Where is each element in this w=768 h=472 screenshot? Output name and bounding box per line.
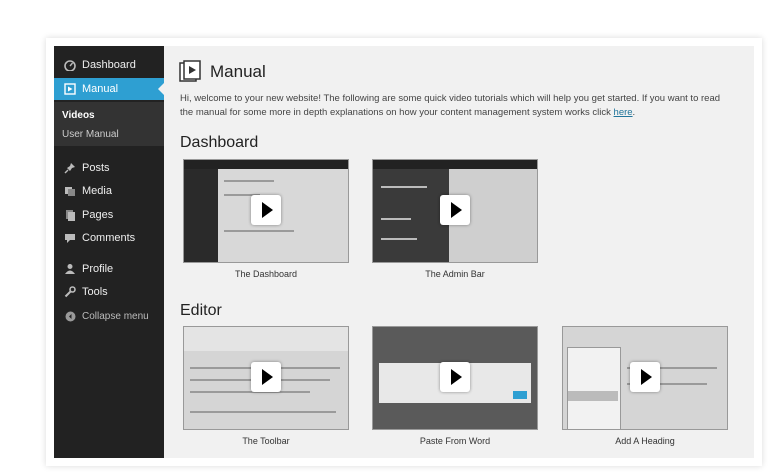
sidebar-item-label: Profile — [82, 263, 114, 275]
intro-body: Hi, welcome to your new website! The fol… — [180, 93, 721, 118]
sidebar-item-tools[interactable]: Tools — [54, 281, 164, 303]
video-thumbnail — [183, 159, 349, 263]
collapse-menu-label: Collapse menu — [82, 310, 149, 322]
manual-page-icon — [178, 59, 202, 88]
video-the-dashboard[interactable]: The Dashboard — [183, 159, 349, 279]
section-heading-editor: Editor — [180, 302, 222, 319]
play-button[interactable] — [440, 362, 470, 392]
video-thumbnail — [562, 326, 728, 430]
sidebar-item-pages[interactable]: Pages — [54, 204, 164, 226]
play-button[interactable] — [251, 362, 281, 392]
sidebar-item-label: Tools — [82, 286, 108, 298]
sidebar-item-profile[interactable]: Profile — [54, 258, 164, 280]
sidebar-item-label: Manual — [82, 83, 119, 95]
comment-icon — [58, 232, 82, 244]
main-content: Manual Hi, welcome to your new website! … — [164, 46, 754, 458]
collapse-menu-button[interactable]: Collapse menu — [54, 306, 164, 326]
video-add-a-heading[interactable]: Add A Heading — [562, 326, 728, 446]
video-thumbnail — [372, 159, 538, 263]
play-button[interactable] — [630, 362, 660, 392]
play-button[interactable] — [251, 195, 281, 225]
dashboard-icon — [58, 59, 82, 71]
admin-sidebar: Dashboard Manual Videos User Manual Post… — [54, 46, 164, 458]
video-caption: Paste From Word — [419, 436, 491, 446]
video-caption: The Toolbar — [242, 436, 290, 446]
media-icon — [58, 185, 82, 197]
submenu-item-user-manual[interactable]: User Manual — [62, 129, 119, 140]
sidebar-item-label: Dashboard — [82, 59, 136, 71]
sidebar-item-label: Posts — [82, 162, 110, 174]
video-paste-from-word[interactable]: Paste From Word — [372, 326, 538, 446]
submenu-item-videos[interactable]: Videos — [62, 110, 95, 121]
collapse-arrow-icon — [58, 311, 82, 322]
sidebar-item-media[interactable]: Media — [54, 180, 164, 202]
sidebar-item-manual[interactable]: Manual — [54, 78, 164, 100]
sidebar-item-label: Pages — [82, 209, 114, 221]
video-thumbnail — [372, 326, 538, 430]
manual-submenu: Videos User Manual — [54, 102, 164, 146]
sidebar-item-comments[interactable]: Comments — [54, 227, 164, 249]
video-caption: The Admin Bar — [425, 269, 485, 279]
video-the-toolbar[interactable]: The Toolbar — [183, 326, 349, 446]
page-title: Manual — [210, 62, 266, 81]
video-caption: The Dashboard — [234, 269, 298, 279]
intro-text: Hi, welcome to your new website! The fol… — [180, 92, 720, 120]
video-the-admin-bar[interactable]: The Admin Bar — [372, 159, 538, 279]
sidebar-item-label: Media — [82, 185, 112, 197]
sidebar-item-dashboard[interactable]: Dashboard — [54, 54, 164, 76]
pin-icon — [58, 162, 82, 174]
pages-icon — [58, 209, 82, 221]
sidebar-item-posts[interactable]: Posts — [54, 157, 164, 179]
sidebar-item-label: Comments — [82, 232, 136, 244]
user-icon — [58, 263, 82, 275]
video-caption: Add A Heading — [615, 436, 675, 446]
section-heading-dashboard: Dashboard — [180, 134, 259, 151]
wrench-icon — [58, 286, 82, 298]
manual-icon — [58, 83, 82, 95]
play-button[interactable] — [440, 195, 470, 225]
intro-period: . — [632, 107, 636, 118]
video-thumbnail — [183, 326, 349, 430]
manual-link[interactable]: here — [614, 107, 633, 118]
